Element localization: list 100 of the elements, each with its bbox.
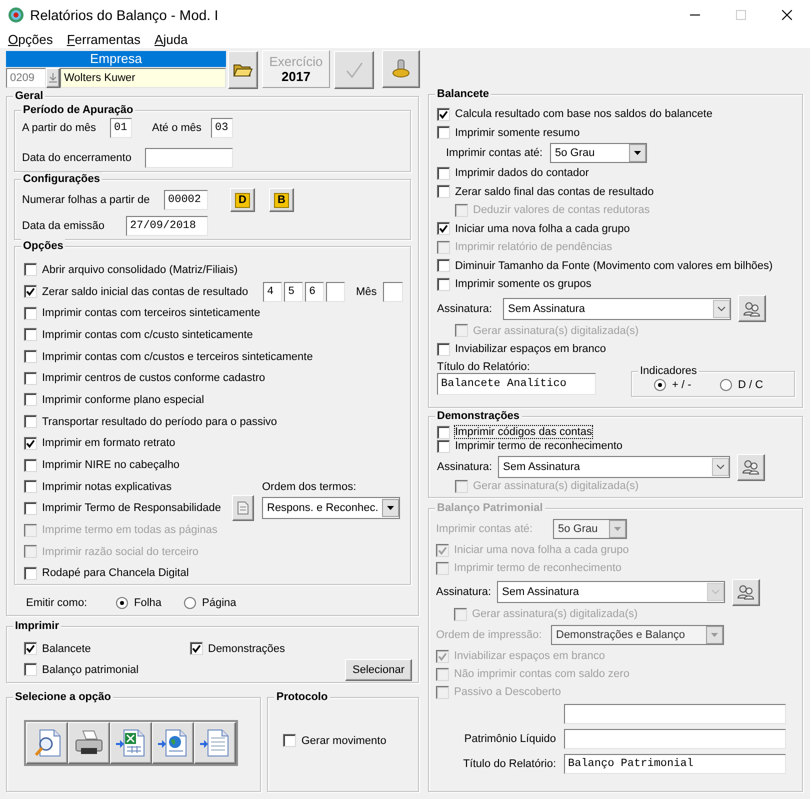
code-field[interactable]: 0209 xyxy=(6,68,46,88)
checkbox-label[interactable]: Imprimir em formato retrato xyxy=(42,437,176,450)
title-field[interactable]: Balancete Analítico xyxy=(437,372,596,394)
checkbox-label[interactable]: Imprimir conforme plano especial xyxy=(42,394,204,406)
checkbox-label[interactable]: Imprimir Termo de Responsabilidade xyxy=(42,502,221,514)
checkbox[interactable] xyxy=(437,440,450,452)
month-field[interactable]: 01 xyxy=(110,118,132,138)
checkbox-label[interactable]: Abrir arquivo consolidado (Matriz/Filiais) xyxy=(42,264,238,276)
month-field[interactable]: 4 xyxy=(263,282,282,302)
checkbox[interactable] xyxy=(437,108,450,121)
menu-item[interactable]: Opções xyxy=(8,32,53,46)
checkbox[interactable] xyxy=(24,306,37,320)
radio-button[interactable] xyxy=(720,379,732,391)
checkbox[interactable] xyxy=(24,566,37,580)
checkbox-label[interactable]: Rodapé para Chancela Digital xyxy=(42,567,189,580)
close-icon[interactable] xyxy=(782,10,792,20)
month-field[interactable] xyxy=(382,282,403,302)
text-field[interactable] xyxy=(564,728,786,748)
radio-label[interactable]: Página xyxy=(202,597,236,609)
radio-label[interactable]: D / C xyxy=(738,379,764,391)
month-field[interactable]: 6 xyxy=(305,282,324,302)
checkbox[interactable] xyxy=(437,185,450,198)
checkbox[interactable] xyxy=(24,480,37,494)
month-field[interactable] xyxy=(326,282,345,302)
dropdown[interactable]: Sem Assinatura xyxy=(498,456,730,478)
radio-button[interactable] xyxy=(184,597,196,609)
radio-label[interactable]: + / - xyxy=(672,379,692,391)
checkbox-label[interactable]: Imprimir termo de reconhecimento xyxy=(455,440,623,452)
preview-button[interactable] xyxy=(26,722,68,764)
checkbox[interactable] xyxy=(24,285,37,298)
dropdown[interactable]: 5o Grau xyxy=(550,143,647,163)
checkbox[interactable] xyxy=(24,642,37,655)
checkbox-label[interactable]: Imprimir contas com c/custos e terceiros sinteticamente xyxy=(42,350,313,363)
text-export-button[interactable] xyxy=(194,722,236,764)
checkbox[interactable] xyxy=(283,734,296,747)
checkbox[interactable] xyxy=(24,350,37,364)
date-field[interactable] xyxy=(145,148,233,168)
checkbox-label[interactable]: Zerar saldo final das contas de resultado xyxy=(455,186,654,198)
checkbox[interactable] xyxy=(437,278,450,291)
stamp-button[interactable] xyxy=(382,50,420,88)
signature-button[interactable] xyxy=(737,454,765,480)
checkbox-label[interactable]: Diminuir Tamanho da Fonte (Movimento com valores em bilhões) xyxy=(455,260,773,272)
month-field[interactable]: 03 xyxy=(211,118,233,138)
month-field[interactable]: 5 xyxy=(284,282,303,302)
checkbox[interactable] xyxy=(190,642,203,655)
company-field[interactable]: Wolters Kuwer xyxy=(60,68,226,88)
checkbox[interactable] xyxy=(24,415,37,428)
signature-button[interactable] xyxy=(732,578,760,606)
checkbox[interactable] xyxy=(437,166,450,180)
radio-button[interactable] xyxy=(654,379,666,391)
checkbox-label[interactable]: Imprimir contas com terceiros sinteticamente xyxy=(42,307,260,320)
checkbox-label[interactable]: Transportar resultado do período para o passivo xyxy=(42,416,278,428)
checkbox-label[interactable]: Gerar movimento xyxy=(301,734,386,746)
dropdown[interactable]: Sem Assinatura xyxy=(503,298,731,320)
checkbox-label[interactable]: Demonstrações xyxy=(208,642,286,654)
checkbox[interactable] xyxy=(24,502,37,515)
checkbox-label[interactable]: Zerar saldo inicial das contas de resultado xyxy=(42,286,248,298)
checkbox-label[interactable]: Inviabilizar espaços em branco xyxy=(455,343,606,356)
number-field[interactable]: 00002 xyxy=(164,190,208,210)
web-export-button[interactable] xyxy=(152,722,194,764)
checkbox[interactable] xyxy=(437,222,450,236)
radio-label[interactable]: Folha xyxy=(134,597,162,609)
checkbox-label[interactable]: Calcula resultado com base nos saldos do balancete xyxy=(455,108,712,120)
open-button[interactable] xyxy=(228,51,258,89)
checkbox-label[interactable]: Balancete xyxy=(42,642,91,654)
checkbox[interactable] xyxy=(24,263,37,276)
checkbox-label[interactable]: Imprimir dados do contador xyxy=(455,167,589,180)
checkbox[interactable] xyxy=(24,458,37,472)
checkbox-label[interactable]: Imprimir NIRE no cabeçalho xyxy=(42,459,180,472)
spin-button[interactable] xyxy=(46,68,60,88)
term-button[interactable] xyxy=(232,495,254,522)
checkbox[interactable] xyxy=(24,663,37,676)
checkbox-label[interactable]: Imprimir somente os grupos xyxy=(455,278,592,290)
checkbox[interactable] xyxy=(437,426,450,438)
menu-item[interactable]: Ferramentas xyxy=(66,32,141,46)
checkbox-label[interactable]: Imprimir somente resumo xyxy=(455,126,580,139)
print-button[interactable] xyxy=(68,722,110,764)
menu-item[interactable]: Ajuda xyxy=(154,32,188,46)
dropdown[interactable]: Respons. e Reconhec. xyxy=(262,497,400,520)
text-field[interactable] xyxy=(564,704,786,724)
select-button[interactable]: Selecionar xyxy=(345,658,412,680)
checkbox[interactable] xyxy=(24,372,37,385)
checkbox[interactable] xyxy=(24,436,37,450)
checkbox[interactable] xyxy=(437,126,450,140)
spreadsheet-button[interactable] xyxy=(110,722,152,764)
letter-button[interactable]: D xyxy=(230,188,255,212)
checkbox[interactable] xyxy=(437,259,450,272)
signature-button[interactable] xyxy=(738,295,766,322)
checkbox-label[interactable]: Iniciar uma nova folha a cada grupo xyxy=(455,222,630,235)
checkbox-label[interactable]: Imprimir centros de custos conforme cadastro xyxy=(42,372,266,384)
checkbox[interactable] xyxy=(24,328,37,342)
checkbox[interactable] xyxy=(24,393,37,406)
checkbox-label[interactable]: Imprimir códigos das contas xyxy=(455,426,592,438)
checkbox-label[interactable]: Balanço patrimonial xyxy=(42,664,139,676)
letter-button[interactable]: B xyxy=(269,188,294,212)
radio-button[interactable] xyxy=(116,597,128,609)
checkbox-label[interactable]: Imprimir notas explicativas xyxy=(42,480,172,493)
checkbox[interactable] xyxy=(437,342,450,356)
date-field[interactable]: 27/09/2018 xyxy=(126,216,208,236)
checkbox-label[interactable]: Imprimir contas com c/custo sinteticamente xyxy=(42,328,253,341)
